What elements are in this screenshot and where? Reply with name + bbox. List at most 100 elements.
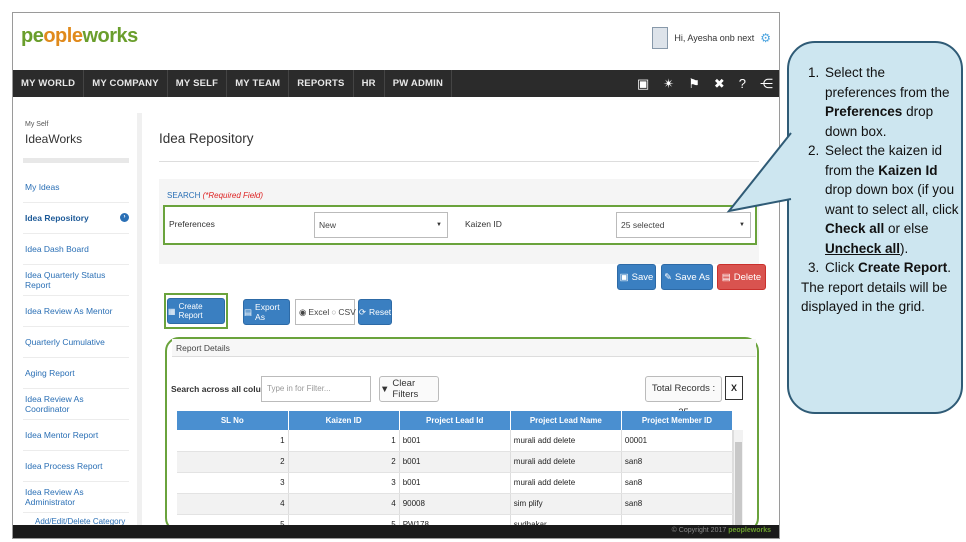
preferences-select[interactable]: New ▼: [314, 212, 448, 238]
column-header-project-member-id[interactable]: Project Member ID: [621, 411, 734, 430]
help-icon[interactable]: ?: [739, 76, 746, 91]
title-divider: [159, 161, 759, 162]
sidebar-item-review-administrator[interactable]: Idea Review As Administrator: [23, 482, 129, 513]
filter-row: Preferences New ▼ Kaizen ID 25 selected ▼: [163, 205, 757, 245]
callout-step-2: Select the kaizen id from the Kaizen Id …: [823, 141, 959, 258]
kaizen-id-label: Kaizen ID: [465, 219, 502, 229]
callout-step-1: Select the preferences from the Preferen…: [823, 63, 959, 141]
table-row[interactable]: 4 4 90008 sim plify san8: [177, 493, 734, 515]
cell-project-lead-id: 90008: [399, 493, 511, 515]
grid-scrollbar[interactable]: [733, 430, 743, 538]
save-button[interactable]: ▣ Save: [617, 264, 656, 290]
cell-project-lead-name: sim plify: [510, 493, 622, 515]
sidebar-item-review-mentor[interactable]: Idea Review As Mentor: [23, 296, 129, 327]
clear-filters-button[interactable]: ▼ Clear Filters: [379, 376, 439, 402]
column-header-project-lead-name[interactable]: Project Lead Name: [510, 411, 622, 430]
sidebar-item-my-ideas[interactable]: My Ideas: [23, 172, 129, 203]
report-grid: SL No Kaizen ID Project Lead Id Project …: [177, 411, 743, 538]
sidebar-item-aging-report[interactable]: Aging Report: [23, 358, 129, 389]
sidebar-item-process-report[interactable]: Idea Process Report: [23, 451, 129, 482]
excel-export-icon[interactable]: X: [725, 376, 743, 400]
sidebar-item-idea-repository[interactable]: Idea Repository ›: [23, 203, 129, 234]
main-nav: MY WORLD MY COMPANY MY SELF MY TEAM REPO…: [13, 70, 779, 97]
app-window: peopleworks Hi, Ayesha onb next ⚙ MY WOR…: [12, 12, 780, 539]
delete-button[interactable]: ▤ Delete: [717, 264, 766, 290]
cell-project-lead-name: murali add delete: [510, 451, 622, 473]
sidebar-item-quarterly-cumulative[interactable]: Quarterly Cumulative: [23, 327, 129, 358]
nav-my-world[interactable]: MY WORLD: [13, 70, 85, 97]
column-header-sl-no[interactable]: SL No: [177, 411, 289, 430]
callout-pointer: [726, 132, 792, 213]
caret-down-icon: ▼: [739, 222, 745, 228]
page-title: Idea Repository: [159, 131, 254, 146]
tools-icon[interactable]: ✖: [714, 76, 725, 92]
sidebar-breadcrumb: My Self: [25, 121, 49, 128]
csv-radio[interactable]: ○: [331, 307, 336, 317]
reset-button[interactable]: ⟳ Reset: [358, 299, 392, 325]
export-icon: ▤: [244, 306, 253, 317]
sidebar-item-review-coordinator[interactable]: Idea Review As Coordinator: [23, 389, 129, 420]
nav-my-team[interactable]: MY TEAM: [227, 70, 290, 97]
create-report-button[interactable]: ▦ Create Report: [167, 298, 225, 324]
cell-project-lead-name: murali add delete: [510, 472, 622, 494]
csv-radio-label: CSV: [338, 307, 356, 317]
cell-sl-no: 2: [177, 451, 289, 473]
avatar[interactable]: [652, 27, 669, 49]
share-icon[interactable]: ⋲: [760, 76, 773, 92]
cell-sl-no: 1: [177, 430, 289, 452]
book-icon[interactable]: ▣: [637, 76, 649, 92]
lightbulb-icon[interactable]: ✴: [663, 76, 674, 92]
save-as-button[interactable]: ✎ Save As: [661, 264, 713, 290]
search-heading: SEARCH (*Required Field): [167, 191, 264, 200]
user-greeting[interactable]: Hi, Ayesha onb next: [674, 33, 754, 43]
logo[interactable]: peopleworks: [21, 25, 138, 48]
grid-scroll-thumb[interactable]: [735, 442, 742, 532]
cell-project-member-id: san8: [621, 451, 734, 473]
nav-my-company[interactable]: MY COMPANY: [84, 70, 168, 97]
column-header-kaizen-id[interactable]: Kaizen ID: [288, 411, 400, 430]
kaizen-id-select[interactable]: 25 selected ▼: [616, 212, 751, 238]
search-panel: SEARCH (*Required Field) Preferences New…: [159, 179, 759, 264]
edit-icon: ✎: [664, 271, 673, 283]
sidebar-item-idea-dash-board[interactable]: Idea Dash Board: [23, 234, 129, 265]
nav-my-self[interactable]: MY SELF: [168, 70, 228, 97]
chevron-right-icon: ›: [120, 213, 129, 222]
cell-kaizen-id: 1: [288, 430, 400, 452]
sidebar-title: IdeaWorks: [25, 132, 83, 146]
gear-icon[interactable]: ⚙: [760, 31, 771, 45]
cell-kaizen-id: 2: [288, 451, 400, 473]
report-details-heading: Report Details: [172, 339, 756, 357]
cell-project-member-id: san8: [621, 493, 734, 515]
trash-icon: ▤: [721, 271, 731, 283]
floppy-icon: ▣: [619, 271, 629, 283]
caret-down-icon: ▼: [436, 222, 442, 228]
funnel-icon: ▼: [380, 383, 390, 395]
sidebar-list: My Ideas Idea Repository › Idea Dash Boar…: [23, 172, 129, 513]
column-header-project-lead-id[interactable]: Project Lead Id: [399, 411, 511, 430]
create-report-highlight: ▦ Create Report: [164, 293, 228, 329]
sidebar-item-mentor-report[interactable]: Idea Mentor Report: [23, 420, 129, 451]
footer: © Copyright 2017 peopleworks: [13, 525, 779, 538]
export-as-button[interactable]: ▤ Export As: [243, 299, 290, 325]
table-row[interactable]: 2 2 b001 murali add delete san8: [177, 451, 734, 473]
top-header: peopleworks Hi, Ayesha onb next ⚙: [13, 13, 779, 65]
cell-project-lead-id: b001: [399, 430, 511, 452]
nav-reports[interactable]: REPORTS: [289, 70, 354, 97]
export-format-group: ◉ Excel ○ CSV: [295, 299, 356, 325]
instruction-callout: Select the preferences from the Preferen…: [726, 41, 963, 414]
nav-hr[interactable]: HR: [354, 70, 385, 97]
excel-radio[interactable]: ◉: [299, 307, 306, 318]
sidebar-divider: [23, 158, 129, 163]
nav-pw-admin[interactable]: PW ADMIN: [385, 70, 453, 97]
table-row[interactable]: 1 1 b001 murali add delete 00001: [177, 430, 734, 452]
filter-input[interactable]: Type in for Filter...: [261, 376, 371, 402]
callout-note: The report details will be displayed in …: [801, 279, 948, 315]
table-row[interactable]: 3 3 b001 murali add delete san8: [177, 472, 734, 494]
callout-step-3: Click Create Report.: [823, 258, 959, 278]
flag-icon[interactable]: ⚑: [688, 76, 700, 92]
sidebar-item-quarterly-status[interactable]: Idea Quarterly Status Report: [23, 265, 129, 296]
cell-project-lead-name: murali add delete: [510, 430, 622, 452]
sidebar: My Self IdeaWorks My Ideas Idea Reposito…: [13, 113, 137, 538]
sidebar-scrollbar[interactable]: [137, 113, 142, 538]
cell-kaizen-id: 4: [288, 493, 400, 515]
